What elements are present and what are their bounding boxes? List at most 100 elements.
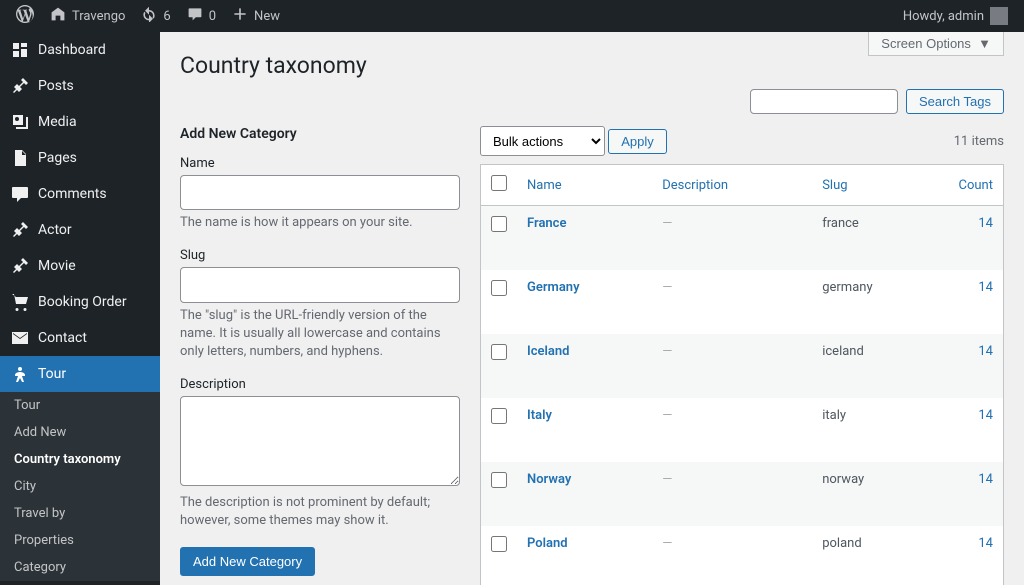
term-slug: norway — [812, 462, 943, 526]
term-description: — — [662, 344, 672, 359]
mail-icon — [10, 328, 30, 348]
update-icon — [141, 6, 157, 26]
menu-label: Posts — [38, 78, 74, 94]
table-row: France — france 14 — [481, 206, 1004, 270]
new-content-link[interactable]: New — [224, 0, 288, 32]
my-account-link[interactable]: Howdy, admin — [895, 0, 1016, 32]
col-slug[interactable]: Slug — [822, 178, 847, 193]
table-row: Poland—poland14 — [481, 526, 1004, 585]
term-count-link[interactable]: 14 — [978, 536, 993, 551]
submenu-item-city[interactable]: City — [0, 473, 160, 500]
menu-label: Comments — [38, 186, 107, 202]
updates-link[interactable]: 6 — [133, 0, 178, 32]
comments-link[interactable]: 0 — [179, 0, 224, 32]
term-description: — — [662, 216, 672, 231]
submenu-item-add-new[interactable]: Add New — [0, 419, 160, 446]
name-input[interactable] — [180, 175, 460, 210]
menu-label: Movie — [38, 258, 76, 274]
row-checkbox[interactable] — [491, 472, 507, 488]
dashboard-icon — [10, 40, 30, 60]
term-count-link[interactable]: 14 — [978, 216, 993, 231]
term-count-link[interactable]: 14 — [978, 472, 993, 487]
wordpress-icon — [16, 5, 34, 27]
updates-count: 6 — [163, 9, 170, 24]
page-icon — [10, 148, 30, 168]
apply-button[interactable]: Apply — [608, 129, 667, 154]
col-count[interactable]: Count — [959, 178, 993, 193]
term-slug: france — [812, 206, 943, 270]
menu-label: Pages — [38, 150, 77, 166]
select-all-checkbox[interactable] — [491, 175, 507, 191]
menu-item-country[interactable]: Country — [0, 581, 160, 585]
menu-item-actor[interactable]: Actor — [0, 212, 160, 248]
site-name-link[interactable]: Travengo — [42, 0, 133, 32]
term-slug: iceland — [812, 334, 943, 398]
term-count-link[interactable]: 14 — [978, 344, 993, 359]
term-description: — — [662, 408, 672, 423]
term-name-link[interactable]: Iceland — [527, 344, 569, 359]
menu-item-dashboard[interactable]: Dashboard — [0, 32, 160, 68]
submenu-item-country-taxonomy[interactable]: Country taxonomy — [0, 446, 160, 473]
menu-item-posts[interactable]: Posts — [0, 68, 160, 104]
slug-help: The "slug" is the URL-friendly version o… — [180, 307, 460, 362]
wp-logo[interactable] — [8, 0, 42, 32]
bulk-actions-select[interactable]: Bulk actions — [480, 126, 605, 156]
term-name-link[interactable]: Italy — [527, 408, 552, 423]
row-checkbox[interactable] — [491, 408, 507, 424]
term-slug: poland — [812, 526, 943, 585]
add-new-heading: Add New Category — [180, 126, 460, 142]
comments-count: 0 — [209, 9, 216, 24]
site-name: Travengo — [72, 9, 125, 24]
term-slug: italy — [812, 398, 943, 462]
submenu-item-travel-by[interactable]: Travel by — [0, 500, 160, 527]
term-count-link[interactable]: 14 — [978, 408, 993, 423]
menu-item-media[interactable]: Media — [0, 104, 160, 140]
menu-label: Dashboard — [38, 42, 106, 58]
term-description: — — [662, 280, 672, 295]
menu-item-booking-order[interactable]: Booking Order — [0, 284, 160, 320]
table-row: Germany—germany14 — [481, 270, 1004, 334]
col-description[interactable]: Description — [662, 178, 728, 193]
items-count: 11 items — [954, 134, 1004, 149]
submenu-item-properties[interactable]: Properties — [0, 527, 160, 554]
cart-icon — [10, 292, 30, 312]
term-count-link[interactable]: 14 — [978, 280, 993, 295]
menu-label: Contact — [38, 330, 87, 346]
term-name-link[interactable]: Norway — [527, 472, 571, 487]
add-category-button[interactable]: Add New Category — [180, 547, 315, 576]
tour-icon — [10, 364, 30, 384]
slug-label: Slug — [180, 248, 460, 263]
admin-sidebar: Dashboard Posts Media Pages Comments Actor Mov… — [0, 32, 160, 585]
comment-icon — [187, 6, 203, 26]
menu-label: Booking Order — [38, 294, 127, 310]
term-name-link[interactable]: Poland — [527, 536, 568, 551]
menu-item-comments[interactable]: Comments — [0, 176, 160, 212]
submenu-item-category[interactable]: Category — [0, 554, 160, 581]
comment-icon — [10, 184, 30, 204]
menu-item-pages[interactable]: Pages — [0, 140, 160, 176]
term-name-link[interactable]: France — [527, 216, 566, 231]
col-name[interactable]: Name — [527, 178, 562, 193]
row-checkbox[interactable] — [491, 216, 507, 232]
pin-icon — [10, 220, 30, 240]
search-input[interactable] — [750, 89, 898, 114]
submenu-item-tour[interactable]: Tour — [0, 392, 160, 419]
description-input[interactable] — [180, 396, 460, 486]
avatar-icon — [990, 7, 1008, 25]
row-checkbox[interactable] — [491, 280, 507, 296]
menu-label: Media — [38, 114, 77, 130]
term-name-link[interactable]: Germany — [527, 280, 580, 295]
submenu-tour: TourAdd NewCountry taxonomyCityTravel by… — [0, 392, 160, 581]
search-button[interactable]: Search Tags — [906, 89, 1004, 114]
row-checkbox[interactable] — [491, 344, 507, 360]
menu-item-tour[interactable]: Tour — [0, 356, 160, 392]
howdy-text: Howdy, admin — [903, 9, 984, 24]
menu-label: Actor — [38, 222, 72, 238]
row-checkbox[interactable] — [491, 536, 507, 552]
description-help: The description is not prominent by defa… — [180, 494, 460, 530]
new-label: New — [254, 9, 280, 24]
slug-input[interactable] — [180, 267, 460, 302]
menu-item-contact[interactable]: Contact — [0, 320, 160, 356]
menu-item-movie[interactable]: Movie — [0, 248, 160, 284]
screen-options-toggle[interactable]: Screen Options ▼ — [868, 32, 1004, 56]
